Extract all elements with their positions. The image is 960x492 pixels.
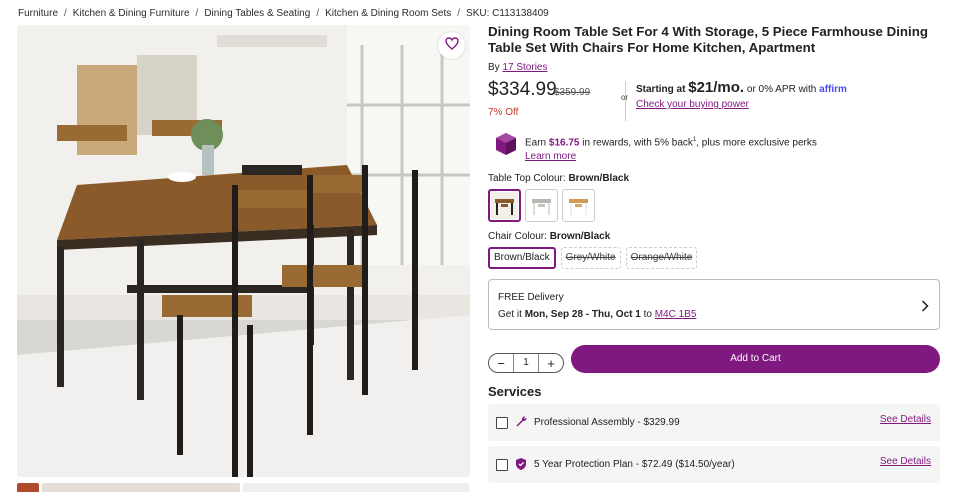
- assembly-see-details-link[interactable]: See Details: [880, 414, 931, 425]
- price-section: $334.99 $359.99 7% Off or Starting at $2…: [488, 79, 940, 123]
- chair-colour-label: Chair Colour: Brown/Black: [488, 231, 611, 242]
- chair-colour-options: Brown/Black Grey/White Orange/White: [488, 247, 940, 269]
- postal-code-link[interactable]: M4C 1B5: [655, 309, 697, 320]
- financing-info: Starting at $21/mo. or 0% APR with affir…: [636, 79, 847, 110]
- sku-label: SKU: C113138409: [466, 7, 549, 19]
- delivery-dates: Mon, Sep 28 - Thu, Oct 1: [524, 309, 641, 320]
- services-heading: Services: [488, 384, 542, 399]
- service-row-assembly: Professional Assembly - $329.99 See Deta…: [488, 404, 940, 441]
- table-top-swatches: [488, 189, 940, 222]
- service-label: 5 Year Protection Plan - $72.49 ($14.50/…: [534, 459, 735, 470]
- product-info: Dining Room Table Set For 4 With Storage…: [488, 24, 940, 269]
- breadcrumb-link-dining-tables[interactable]: Dining Tables & Seating: [204, 8, 310, 19]
- brand-line: By 17 Stories: [488, 62, 548, 73]
- breadcrumb-link-kitchen-dining-furniture[interactable]: Kitchen & Dining Furniture: [73, 8, 190, 19]
- product-image[interactable]: [17, 25, 470, 477]
- delivery-panel[interactable]: FREE Delivery Get it Mon, Sep 28 - Thu, …: [488, 279, 940, 330]
- chair-option-grey-white[interactable]: Grey/White: [560, 247, 621, 269]
- breadcrumb-link-furniture[interactable]: Furniture: [18, 8, 58, 19]
- free-delivery-label: FREE Delivery: [498, 292, 564, 303]
- add-to-cart-button[interactable]: Add to Cart: [571, 345, 940, 373]
- breadcrumb: Furniture / Kitchen & Dining Furniture /…: [18, 7, 549, 19]
- heart-icon: [444, 36, 459, 55]
- brand-link[interactable]: 17 Stories: [502, 62, 547, 73]
- original-price: $359.99: [554, 87, 591, 98]
- protection-see-details-link[interactable]: See Details: [880, 456, 931, 467]
- rewards-cube-icon: [495, 132, 517, 161]
- table-top-colour-value: Brown/Black: [568, 173, 630, 184]
- protection-plan-checkbox[interactable]: [496, 459, 508, 471]
- add-to-favorites-button[interactable]: [438, 32, 465, 59]
- thumbnail-1[interactable]: [17, 483, 39, 492]
- service-row-protection: 5 Year Protection Plan - $72.49 ($14.50/…: [488, 446, 940, 483]
- delivery-estimate: Get it Mon, Sep 28 - Thu, Oct 1 to M4C 1…: [498, 309, 697, 320]
- table-top-colour-label: Table Top Colour: Brown/Black: [488, 173, 630, 184]
- increase-quantity-button[interactable]: +: [539, 354, 563, 372]
- current-price: $334.99: [488, 79, 557, 100]
- rewards-banner: Earn $16.75 in rewards, with 5% back1, p…: [488, 129, 940, 163]
- breadcrumb-link-dining-room-sets[interactable]: Kitchen & Dining Room Sets: [325, 8, 451, 19]
- chevron-right-icon: [921, 299, 929, 317]
- check-buying-power-link[interactable]: Check your buying power: [636, 99, 847, 110]
- rewards-amount: $16.75: [548, 137, 580, 149]
- chair-colour-value: Brown/Black: [549, 231, 611, 242]
- product-title: Dining Room Table Set For 4 With Storage…: [488, 24, 928, 55]
- swatch-grey-white[interactable]: [525, 189, 558, 222]
- dining-set-illustration: [17, 25, 470, 477]
- swatch-brown-black[interactable]: [488, 189, 521, 222]
- quantity-stepper: − 1 +: [488, 353, 564, 373]
- quantity-input[interactable]: 1: [513, 354, 539, 372]
- assembly-checkbox[interactable]: [496, 417, 508, 429]
- divider: [625, 81, 626, 121]
- service-label: Professional Assembly - $329.99: [534, 417, 680, 428]
- monthly-price: $21/mo.: [688, 79, 745, 96]
- shield-icon: [515, 457, 527, 476]
- chair-option-brown-black[interactable]: Brown/Black: [488, 247, 556, 269]
- chair-option-orange-white[interactable]: Orange/White: [625, 247, 698, 269]
- affirm-logo: affirm: [819, 84, 847, 95]
- thumbnail-2[interactable]: [42, 483, 240, 492]
- decrease-quantity-button[interactable]: −: [489, 354, 513, 372]
- discount-badge: 7% Off: [488, 107, 519, 118]
- thumbnail-3[interactable]: [243, 483, 469, 492]
- thumbnail-strip: [17, 483, 469, 492]
- swatch-orange-white[interactable]: [562, 189, 595, 222]
- wrench-icon: [515, 415, 528, 433]
- rewards-text: Earn $16.75 in rewards, with 5% back1, p…: [525, 137, 817, 163]
- learn-more-link[interactable]: Learn more: [525, 151, 576, 162]
